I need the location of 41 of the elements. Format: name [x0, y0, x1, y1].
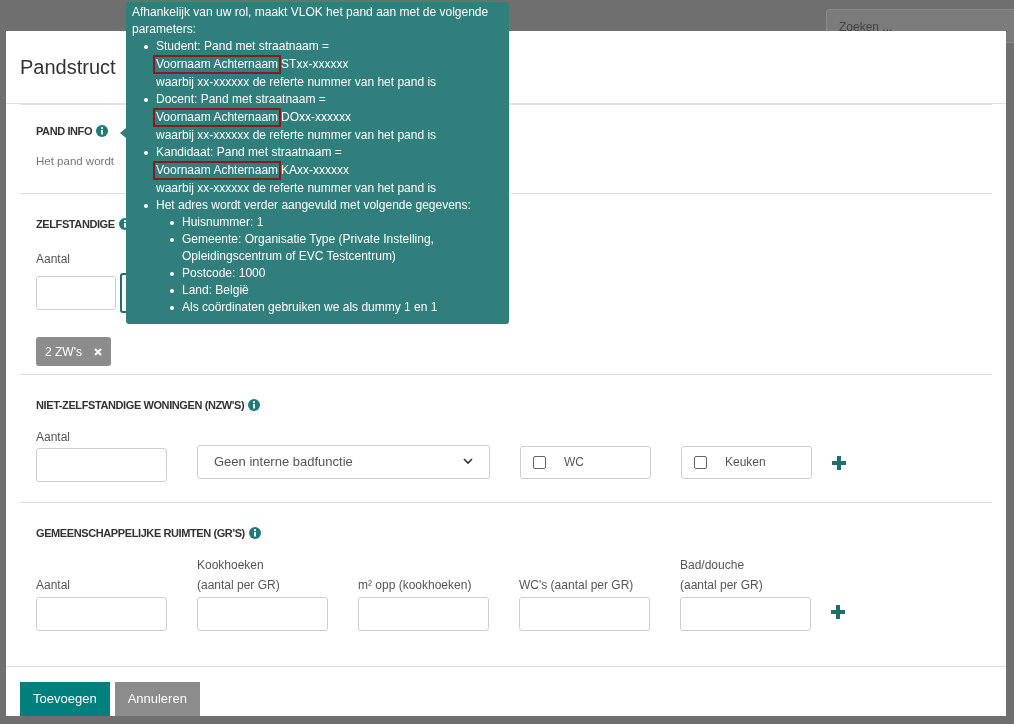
dialog-title: Pandstruct — [20, 54, 116, 80]
tooltip-text: Postcode: 1000 — [182, 265, 267, 282]
tooltip-text: waarbij xx-xxxxxx de referte nummer van het pand is — [156, 127, 438, 144]
tag-label: 2 ZW's — [45, 343, 82, 361]
tooltip-text: Docent: Pand met straatnaam = — [156, 91, 327, 108]
tooltip-text: Huisnummer: 1 — [182, 214, 265, 231]
select-field[interactable]: Geen interne badfunctie — [197, 444, 490, 479]
field-label: (aantal per GR) — [680, 577, 764, 594]
tooltip-text: KAxx-xxxxxx — [281, 162, 350, 179]
tooltip-text: waarbij xx-xxxxxx de referte nummer van het pand is — [156, 74, 438, 91]
field-label: Aantal — [36, 428, 72, 446]
tooltip-text: STxx-xxxxxx — [281, 56, 349, 73]
description-text: Het pand wordt — [36, 154, 114, 170]
tooltip-text: Land: België — [182, 282, 250, 299]
field-label: Aantal — [36, 577, 72, 594]
section-heading: ZELFSTANDIGE — [36, 216, 115, 232]
highlighted-name: Voornaam Achternaam — [153, 55, 282, 74]
tooltip-text: waarbij xx-xxxxxx de referte nummer van het pand is — [156, 180, 438, 197]
field-label: Bad/douche — [680, 557, 746, 574]
section-heading: PAND INFO — [36, 123, 93, 139]
tooltip-text: Gemeente: Organisatie Type (Private Instelling, Opleidingscentrum of EVC Testcentrum) — [182, 231, 435, 265]
field-label: Kookhoeken — [197, 557, 265, 574]
tooltip-text: Als coördinaten gebruiken we als dummy 1 en 1 — [182, 299, 439, 316]
tooltip-text: Kandidaat: Pand met straatnaam = — [156, 144, 343, 161]
field-label: m² opp (kookhoeken) — [358, 577, 473, 594]
cancel-button[interactable]: Annuleren — [114, 682, 200, 716]
highlighted-name: Voornaam Achternaam — [153, 108, 282, 127]
tooltip-text: Het adres wordt verder aangevuld met volgende gegevens: — [156, 197, 472, 214]
section-heading: GEMEENSCHAPPELIJKE RUIMTEN (GR'S) — [36, 525, 245, 541]
field-label: Aantal — [36, 252, 71, 266]
field-label: (aantal per GR) — [197, 577, 281, 594]
checkbox-field[interactable]: WC — [520, 445, 651, 479]
add-button[interactable]: Toevoegen — [20, 682, 110, 716]
section-heading: NIET-ZELFSTANDIGE WONINGEN (NZW'S) — [36, 398, 245, 413]
tooltip-text: Afhankelijk van uw rol, maakt VLOK het pand aan met de volgende parameters: — [132, 4, 490, 38]
tooltip-text: Student: Pand met straatnaam = — [156, 38, 331, 55]
tooltip-text: DOxx-xxxxxx — [281, 109, 352, 126]
checkbox-field[interactable]: Keuken — [681, 445, 812, 479]
tag[interactable]: 2 ZW's — [36, 337, 111, 366]
field-label: WC's (aantal per GR) — [519, 577, 635, 594]
highlighted-name: Voornaam Achternaam — [153, 161, 282, 180]
